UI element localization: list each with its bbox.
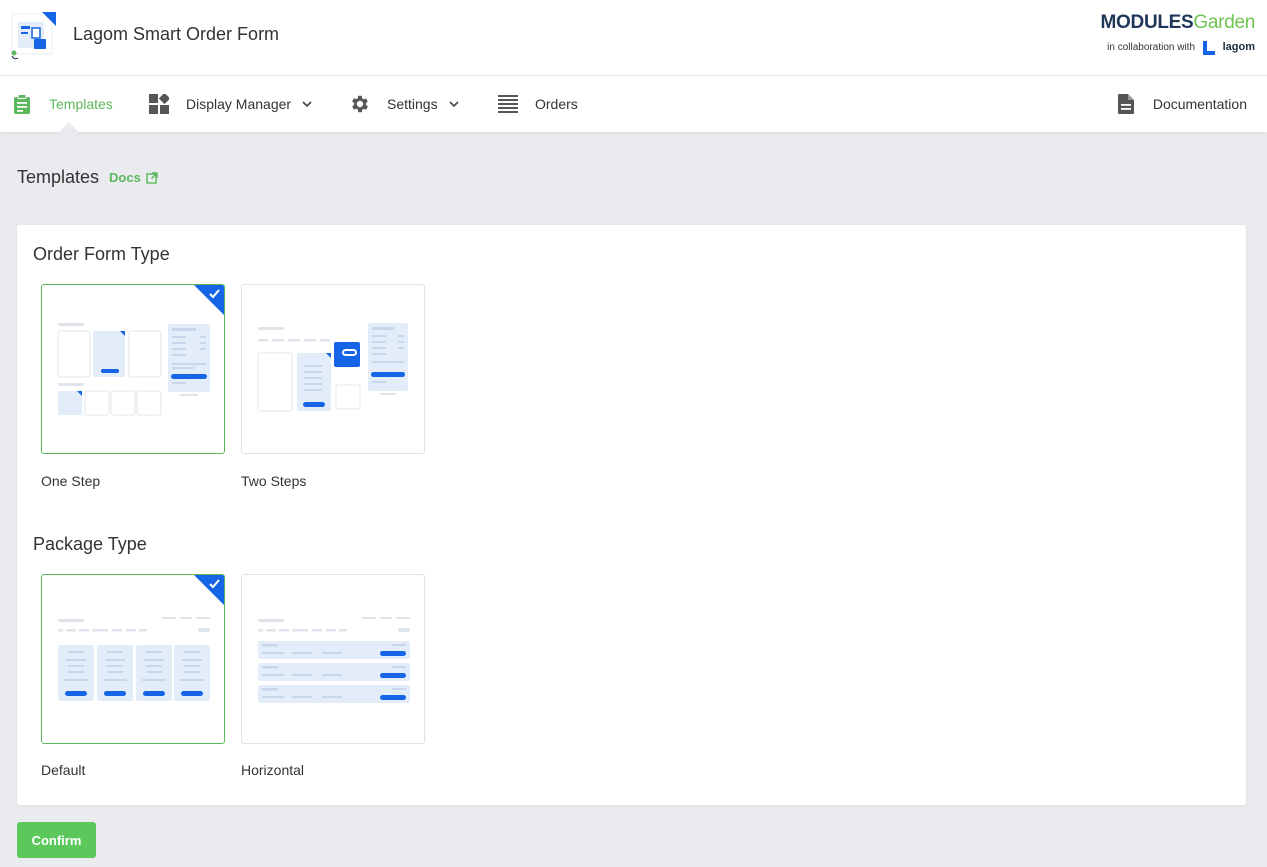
- selected-checkmark-icon: [194, 575, 224, 605]
- nav-label-settings: Settings: [387, 96, 438, 112]
- app-logo-icon: [11, 12, 56, 60]
- selected-checkmark-icon: [194, 285, 224, 315]
- package-type-title: Package Type: [33, 534, 147, 554]
- package-option-horizontal[interactable]: [241, 574, 425, 744]
- template-option-one-step[interactable]: [41, 284, 225, 454]
- clipboard-icon: [11, 93, 33, 115]
- package-label-default: Default: [41, 762, 86, 778]
- package-option-default[interactable]: [41, 574, 225, 744]
- nav-label-templates: Templates: [49, 96, 113, 112]
- brand-garden-text: Garden: [1193, 12, 1255, 33]
- page-heading: Templates Docs: [17, 167, 158, 188]
- docs-link[interactable]: Docs: [109, 170, 158, 185]
- nav-item-settings[interactable]: Settings: [349, 76, 460, 132]
- confirm-button[interactable]: Confirm: [17, 822, 96, 858]
- nav-item-templates[interactable]: Templates: [11, 76, 113, 132]
- nav-item-orders[interactable]: Orders: [497, 76, 578, 132]
- chevron-down-icon: [302, 101, 312, 108]
- app-header: Lagom Smart Order Form MODULESGarden in …: [0, 0, 1267, 76]
- package-label-horizontal: Horizontal: [241, 762, 305, 778]
- lagom-wordmark: lagom: [1222, 41, 1255, 53]
- app-title: Lagom Smart Order Form: [73, 24, 280, 44]
- dashboard-icon: [148, 93, 170, 115]
- two-steps-preview: [257, 323, 408, 412]
- docs-link-label: Docs: [109, 170, 141, 185]
- horizontal-package-preview: [258, 617, 410, 703]
- document-icon: [1115, 93, 1137, 115]
- list-icon: [497, 93, 519, 115]
- package-rows: [258, 641, 410, 703]
- lagom-logo-icon: [1203, 41, 1215, 55]
- main-navigation: Templates Display Manager Settings Order…: [0, 76, 1267, 132]
- nav-item-display-manager[interactable]: Display Manager: [148, 76, 313, 132]
- template-label-one-step: One Step: [41, 473, 101, 489]
- nav-label-display-manager: Display Manager: [186, 96, 292, 112]
- package-columns: [58, 645, 210, 701]
- gear-icon: [349, 93, 371, 115]
- order-form-type-title: Order Form Type: [33, 244, 170, 264]
- template-label-two-steps: Two Steps: [241, 473, 307, 489]
- chevron-down-icon: [449, 101, 459, 108]
- nav-item-documentation[interactable]: Documentation: [1115, 76, 1247, 132]
- collaboration-text: in collaboration with: [1107, 42, 1195, 53]
- templates-card: Order Form Type One Step Two Steps Packa…: [17, 225, 1246, 805]
- modulesgarden-logo: MODULESGarden in collaboration with lago…: [1095, 12, 1255, 60]
- modulesgarden-wordmark: MODULESGarden: [1100, 12, 1256, 34]
- nav-label-orders: Orders: [535, 96, 578, 112]
- nav-label-documentation: Documentation: [1152, 96, 1247, 112]
- template-option-two-steps[interactable]: [241, 284, 425, 454]
- external-link-icon: [146, 171, 158, 184]
- page-title: Templates: [17, 167, 100, 187]
- brand-modules-text: MODULES: [1100, 12, 1194, 33]
